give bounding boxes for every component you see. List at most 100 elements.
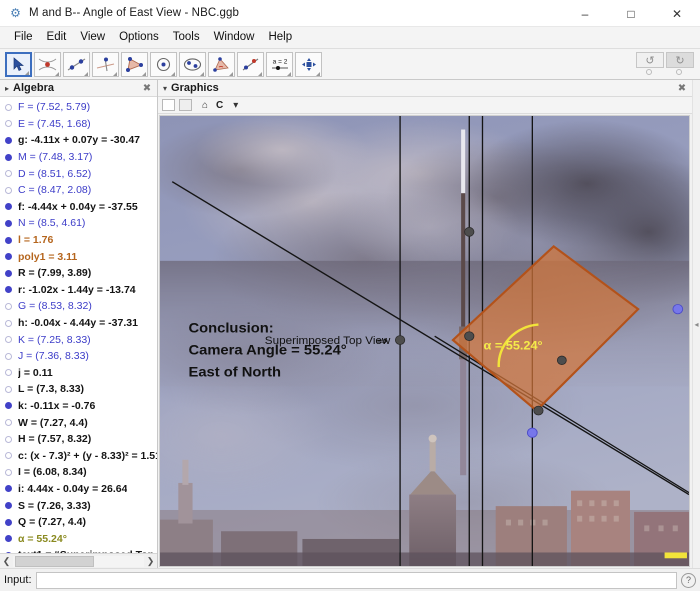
algebra-row[interactable]: α = 55.24°: [0, 530, 157, 547]
visibility-toggle-on-icon[interactable]: [5, 286, 12, 294]
visibility-toggle-off-icon[interactable]: [5, 468, 12, 476]
algebra-row[interactable]: r: -1.02x - 1.44y = -13.74: [0, 282, 157, 299]
visibility-toggle-on-icon[interactable]: [5, 253, 12, 261]
redo-button[interactable]: ↻: [666, 52, 694, 68]
algebra-row[interactable]: S = (7.26, 3.33): [0, 497, 157, 514]
grid-icon[interactable]: [179, 99, 192, 111]
algebra-row[interactable]: W = (7.27, 4.4): [0, 414, 157, 431]
algebra-row[interactable]: H = (7.57, 8.32): [0, 431, 157, 448]
menu-tools[interactable]: Tools: [166, 28, 207, 47]
visibility-toggle-off-icon[interactable]: [5, 385, 12, 393]
algebra-row[interactable]: j = 0.11: [0, 365, 157, 382]
algebra-row[interactable]: D = (8.51, 6.52): [0, 165, 157, 182]
algebra-row[interactable]: i: 4.44x - 0.04y = 26.64: [0, 481, 157, 498]
algebra-row[interactable]: c: (x - 7.3)² + (y - 8.33)² = 1.51: [0, 447, 157, 464]
angle-tool[interactable]: [208, 51, 235, 77]
chevron-right-icon[interactable]: ❯: [144, 556, 157, 567]
algebra-row[interactable]: l = 1.76: [0, 232, 157, 249]
algebra-row[interactable]: h: -0.04x - 4.44y = -37.31: [0, 315, 157, 332]
algebra-scroll-track[interactable]: [13, 555, 144, 567]
superimposed-top-view-label: Superimposed Top View: [265, 335, 391, 347]
menu-file[interactable]: File: [7, 28, 40, 47]
menu-view[interactable]: View: [73, 28, 112, 47]
point-capture-label[interactable]: C: [216, 100, 223, 111]
minimize-button[interactable]: –: [562, 0, 608, 27]
question-mark-icon[interactable]: ?: [681, 572, 696, 588]
visibility-toggle-off-icon[interactable]: [5, 419, 12, 427]
visibility-toggle-off-icon[interactable]: [5, 186, 12, 194]
input-field[interactable]: [35, 571, 677, 589]
algebra-row[interactable]: I = (6.08, 8.34): [0, 464, 157, 481]
algebra-row[interactable]: J = (7.36, 8.33): [0, 348, 157, 365]
axes-icon[interactable]: [162, 99, 175, 111]
visibility-toggle-off-icon[interactable]: [5, 369, 12, 377]
triangle-down-icon[interactable]: ▾: [163, 84, 167, 93]
algebra-row-label: S = (7.26, 3.33): [18, 499, 91, 512]
visibility-toggle-off-icon[interactable]: [5, 120, 12, 128]
menu-window[interactable]: Window: [207, 28, 262, 47]
algebra-row[interactable]: poly1 = 3.11: [0, 248, 157, 265]
visibility-toggle-on-icon[interactable]: [5, 136, 12, 144]
algebra-scroll-thumb[interactable]: [15, 555, 94, 567]
visibility-toggle-on-icon[interactable]: [5, 485, 12, 493]
graphics-close-icon[interactable]: ✖: [676, 82, 688, 94]
chevron-down-icon[interactable]: ▾: [233, 100, 238, 111]
algebra-row-label: D = (8.51, 6.52): [18, 167, 92, 180]
menu-help[interactable]: Help: [261, 28, 299, 47]
algebra-row[interactable]: R = (7.99, 3.89): [0, 265, 157, 282]
visibility-toggle-on-icon[interactable]: [5, 518, 12, 526]
algebra-row[interactable]: g: -4.11x + 0.07y = -30.47: [0, 132, 157, 149]
reflect-tool[interactable]: [237, 51, 264, 77]
algebra-close-icon[interactable]: ✖: [141, 82, 153, 94]
algebra-object-list[interactable]: F = (7.52, 5.79) E = (7.45, 1.68) g: -4.11…: [0, 97, 157, 553]
perpendicular-line-tool[interactable]: [92, 51, 119, 77]
home-icon[interactable]: ⌂: [202, 100, 208, 111]
triangle-right-icon[interactable]: ▸: [5, 84, 9, 93]
algebra-row[interactable]: E = (7.45, 1.68): [0, 116, 157, 133]
visibility-toggle-off-icon[interactable]: [5, 336, 12, 344]
move-tool[interactable]: [5, 51, 32, 77]
undo-button[interactable]: ↺: [636, 52, 664, 68]
algebra-row[interactable]: L = (7.3, 8.33): [0, 381, 157, 398]
algebra-row[interactable]: Q = (7.27, 4.4): [0, 514, 157, 531]
visibility-toggle-off-icon[interactable]: [5, 452, 12, 460]
point-tool[interactable]: [34, 51, 61, 77]
visibility-toggle-off-icon[interactable]: [5, 302, 12, 310]
algebra-row[interactable]: F = (7.52, 5.79): [0, 99, 157, 116]
algebra-row[interactable]: f: -4.44x + 0.04y = -37.55: [0, 199, 157, 216]
visibility-toggle-on-icon[interactable]: [5, 269, 12, 277]
visibility-toggle-on-icon[interactable]: [5, 535, 12, 543]
visibility-toggle-on-icon[interactable]: [5, 502, 12, 510]
maximize-button[interactable]: □: [608, 0, 654, 27]
circle-tool[interactable]: [150, 51, 177, 77]
visibility-toggle-off-icon[interactable]: [5, 170, 12, 178]
line-tool[interactable]: [63, 51, 90, 77]
close-button[interactable]: ✕: [654, 0, 700, 27]
move-graphics-tool[interactable]: [295, 51, 322, 77]
visibility-toggle-on-icon[interactable]: [5, 402, 12, 410]
visibility-toggle-off-icon[interactable]: [5, 435, 12, 443]
chevron-left-icon[interactable]: ❮: [0, 556, 13, 567]
visibility-toggle-on-icon[interactable]: [5, 203, 12, 211]
algebra-row[interactable]: k: -0.11x = -0.76: [0, 398, 157, 415]
visibility-toggle-off-icon[interactable]: [5, 352, 12, 360]
visibility-toggle-off-icon[interactable]: [5, 319, 12, 327]
graphics-view[interactable]: Conclusion: Camera Angle = 55.24° East o…: [159, 115, 690, 567]
algebra-row[interactable]: G = (8.53, 8.32): [0, 298, 157, 315]
visibility-toggle-on-icon[interactable]: [5, 153, 12, 161]
triangle-left-icon[interactable]: ◂: [694, 320, 698, 329]
menu-edit[interactable]: Edit: [40, 28, 74, 47]
conic-tool[interactable]: [179, 51, 206, 77]
algebra-horizontal-scrollbar[interactable]: ❮ ❯: [0, 553, 157, 568]
visibility-toggle-off-icon[interactable]: [5, 103, 12, 111]
polygon-tool[interactable]: [121, 51, 148, 77]
algebra-row[interactable]: N = (8.5, 4.61): [0, 215, 157, 232]
slider-tool[interactable]: a = 2: [266, 51, 293, 77]
algebra-row[interactable]: K = (7.25, 8.33): [0, 331, 157, 348]
visibility-toggle-on-icon[interactable]: [5, 219, 12, 227]
graphics-collapse-splitter[interactable]: ◂: [692, 80, 700, 568]
visibility-toggle-on-icon[interactable]: [5, 236, 12, 244]
algebra-row[interactable]: C = (8.47, 2.08): [0, 182, 157, 199]
menu-options[interactable]: Options: [112, 28, 166, 47]
algebra-row[interactable]: M = (7.48, 3.17): [0, 149, 157, 166]
